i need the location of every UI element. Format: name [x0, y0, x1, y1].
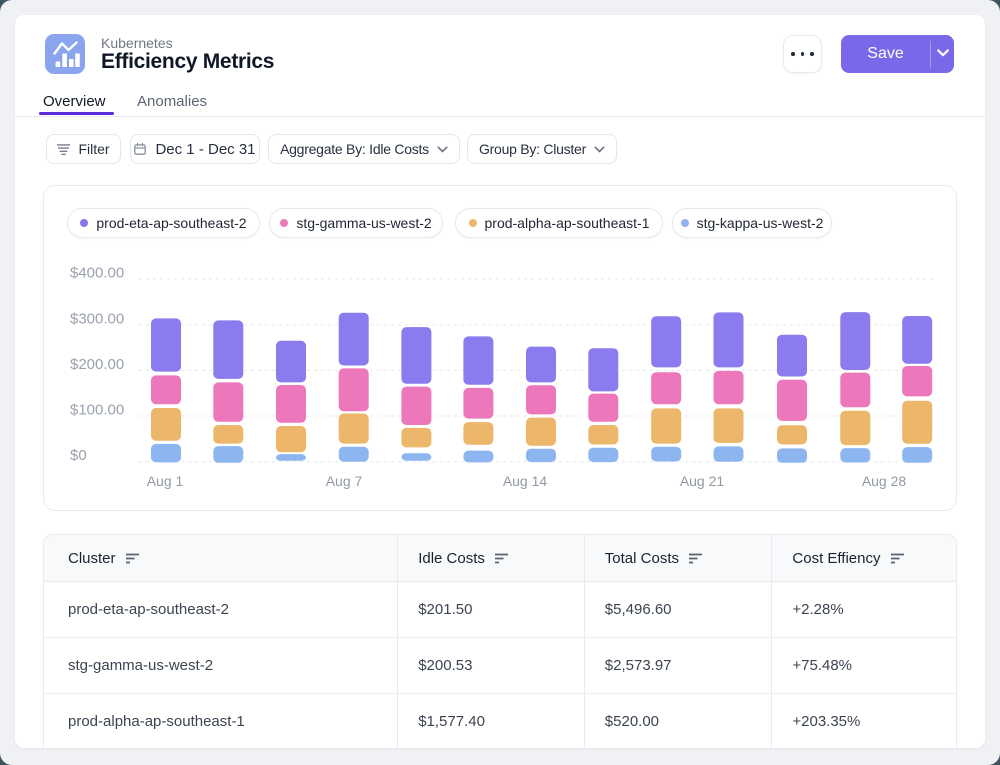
svg-text:Aug 21: Aug 21 [680, 473, 725, 489]
svg-text:$200.00: $200.00 [70, 356, 124, 373]
svg-text:Aug 28: Aug 28 [862, 473, 907, 489]
svg-text:$400.00: $400.00 [70, 265, 124, 282]
svg-text:Aug 14: Aug 14 [503, 473, 548, 489]
svg-text:Aug 1: Aug 1 [147, 473, 184, 489]
svg-text:$0: $0 [70, 447, 87, 464]
svg-text:Aug 7: Aug 7 [326, 473, 363, 489]
svg-text:$300.00: $300.00 [70, 311, 124, 328]
svg-text:$100.00: $100.00 [70, 402, 124, 419]
